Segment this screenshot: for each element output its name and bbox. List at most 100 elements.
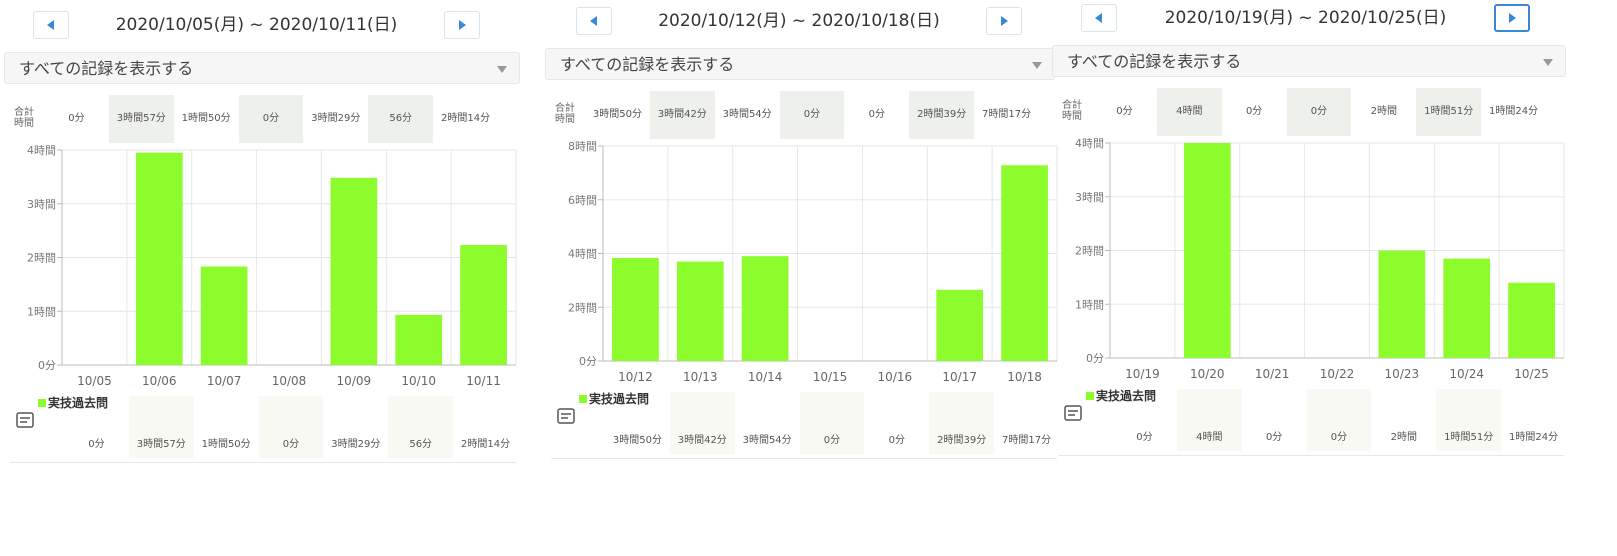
- category-daily-value: 2時間: [1390, 432, 1418, 443]
- category-daily-cell: 0分: [1112, 389, 1177, 451]
- triangle-right-icon: [459, 20, 466, 30]
- category-daily-value: 3時間42分: [677, 435, 727, 446]
- week-range-title: 2020/10/05(月) ~ 2020/10/11(日): [115, 15, 398, 35]
- prev-week-button[interactable]: [1081, 4, 1117, 32]
- dropdown-arrow-icon: [497, 66, 507, 73]
- bar: [200, 266, 248, 365]
- daily-total-cell: 7時間17分: [982, 109, 1032, 120]
- category-daily-value: 3時間57分: [136, 439, 186, 450]
- next-week-button[interactable]: [986, 7, 1022, 35]
- x-tick-label: 10/08: [272, 374, 307, 388]
- x-tick-label: 10/16: [878, 370, 913, 384]
- divider: [10, 462, 516, 463]
- pencil-notebook-icon: [16, 412, 34, 428]
- x-tick-label: 10/18: [1007, 370, 1042, 384]
- category-daily-value: 1時間51分: [1444, 432, 1494, 443]
- daily-total-cell: 1時間24分: [1489, 106, 1539, 117]
- dropdown-arrow-icon: [1032, 62, 1042, 69]
- category-daily-cell: 4時間: [1176, 389, 1242, 451]
- y-tick-label: 0分: [38, 359, 56, 372]
- daily-total-cell: 0分: [1245, 106, 1263, 117]
- x-tick-label: 10/07: [207, 374, 242, 388]
- daily-total-cell: 4時間: [1156, 88, 1222, 136]
- daily-total-cell: 56分: [368, 95, 434, 143]
- category-daily-value: 0分: [1265, 432, 1283, 443]
- category-daily-value: 56分: [409, 439, 433, 450]
- category-daily-value: 7時間17分: [1002, 435, 1052, 446]
- category-daily-value: 0分: [823, 435, 841, 446]
- divider: [551, 458, 1057, 459]
- bar: [135, 152, 183, 365]
- legend-swatch: [1086, 392, 1094, 400]
- category-daily-cell: 0分: [1306, 389, 1372, 451]
- x-tick-label: 10/17: [942, 370, 977, 384]
- divider: [1058, 455, 1564, 456]
- daily-totals-row: 合計 時間 0分 3時間57分 1時間50分 0分 3時間29分 56分 2時間14分: [14, 95, 524, 143]
- daily-total-cell: 0分: [1286, 88, 1352, 136]
- legend-swatch: [38, 399, 46, 407]
- bar: [676, 261, 724, 361]
- x-tick-label: 10/21: [1255, 367, 1290, 381]
- category-daily-cell: 2時間14分: [453, 396, 518, 458]
- x-tick-label: 10/10: [401, 374, 436, 388]
- bar: [741, 256, 789, 361]
- dropdown-arrow-icon: [1543, 59, 1553, 66]
- bar: [460, 244, 507, 365]
- y-tick-label: 4時間: [27, 144, 56, 157]
- category-daily-cell: 2時間: [1371, 389, 1436, 451]
- daily-total-cell: 3時間50分: [592, 109, 642, 120]
- category-daily-value: 0分: [282, 439, 300, 450]
- category-breakdown-row: 実技過去問 0分 3時間57分 1時間50分 0分 3時間29分 56分 2時間14分: [14, 396, 524, 458]
- y-tick-label: 2時間: [1075, 245, 1104, 258]
- category-daily-value: 1時間50分: [201, 439, 251, 450]
- prev-week-button[interactable]: [576, 7, 612, 35]
- daily-total-cell: 0分: [779, 91, 845, 139]
- bar: [330, 177, 378, 365]
- bar: [1001, 165, 1048, 361]
- y-tick-label: 0分: [579, 355, 597, 368]
- daily-total-cell: 3時間42分: [649, 91, 715, 139]
- bar: [1183, 143, 1231, 358]
- record-filter-label: すべての記録を表示する: [1067, 52, 1242, 71]
- bar: [1508, 282, 1555, 358]
- x-tick-label: 10/14: [748, 370, 783, 384]
- category-daily-cell: 2時間39分: [929, 392, 995, 454]
- x-tick-label: 10/11: [466, 374, 501, 388]
- next-week-button[interactable]: [444, 11, 480, 39]
- record-filter-select[interactable]: すべての記録を表示する: [545, 48, 1055, 80]
- category-daily-cell: 3時間42分: [669, 392, 735, 454]
- x-tick-label: 10/23: [1385, 367, 1420, 381]
- daily-total-cell: 0分: [1116, 106, 1133, 117]
- y-tick-label: 2時間: [568, 301, 597, 314]
- x-tick-label: 10/25: [1514, 367, 1549, 381]
- daily-total-cell: 0分: [68, 113, 85, 124]
- x-tick-label: 10/22: [1320, 367, 1355, 381]
- category-daily-cell: 7時間17分: [994, 392, 1059, 454]
- category-daily-value: 4時間: [1196, 432, 1223, 443]
- prev-week-button[interactable]: [33, 11, 69, 39]
- triangle-right-icon: [1001, 16, 1008, 26]
- pencil-notebook-icon: [1064, 405, 1082, 421]
- record-filter-label: すべての記録を表示する: [19, 59, 194, 78]
- study-time-bar-chart: 0分 1時間 2時間 3時間 4時間 10/19 10/20 10/21 10/22 10/23 1…: [1075, 137, 1565, 381]
- category-daily-value: 0分: [88, 439, 105, 450]
- daily-total-cell: 2時間39分: [909, 91, 975, 139]
- category-daily-value: 3時間29分: [331, 439, 381, 450]
- week-range-title: 2020/10/19(月) ~ 2020/10/25(日): [1164, 8, 1447, 28]
- daily-total-cell: 3時間57分: [108, 95, 174, 143]
- category-daily-value: 2時間39分: [937, 435, 987, 446]
- y-tick-label: 1時間: [27, 305, 56, 318]
- record-filter-label: すべての記録を表示する: [560, 55, 735, 74]
- daily-total-cell: 3時間29分: [311, 113, 361, 124]
- x-tick-label: 10/20: [1190, 367, 1225, 381]
- y-tick-label: 0分: [1086, 352, 1104, 365]
- category-daily-cell: 3時間29分: [323, 396, 388, 458]
- category-daily-value: 3時間54分: [742, 435, 792, 446]
- x-tick-label: 10/09: [337, 374, 372, 388]
- record-filter-select[interactable]: すべての記録を表示する: [4, 52, 520, 84]
- category-daily-cell: 3時間57分: [128, 396, 194, 458]
- next-week-button[interactable]: [1494, 4, 1530, 32]
- category-daily-value: 2時間14分: [461, 439, 511, 450]
- triangle-right-icon: [1509, 13, 1516, 23]
- record-filter-select[interactable]: すべての記録を表示する: [1052, 45, 1566, 77]
